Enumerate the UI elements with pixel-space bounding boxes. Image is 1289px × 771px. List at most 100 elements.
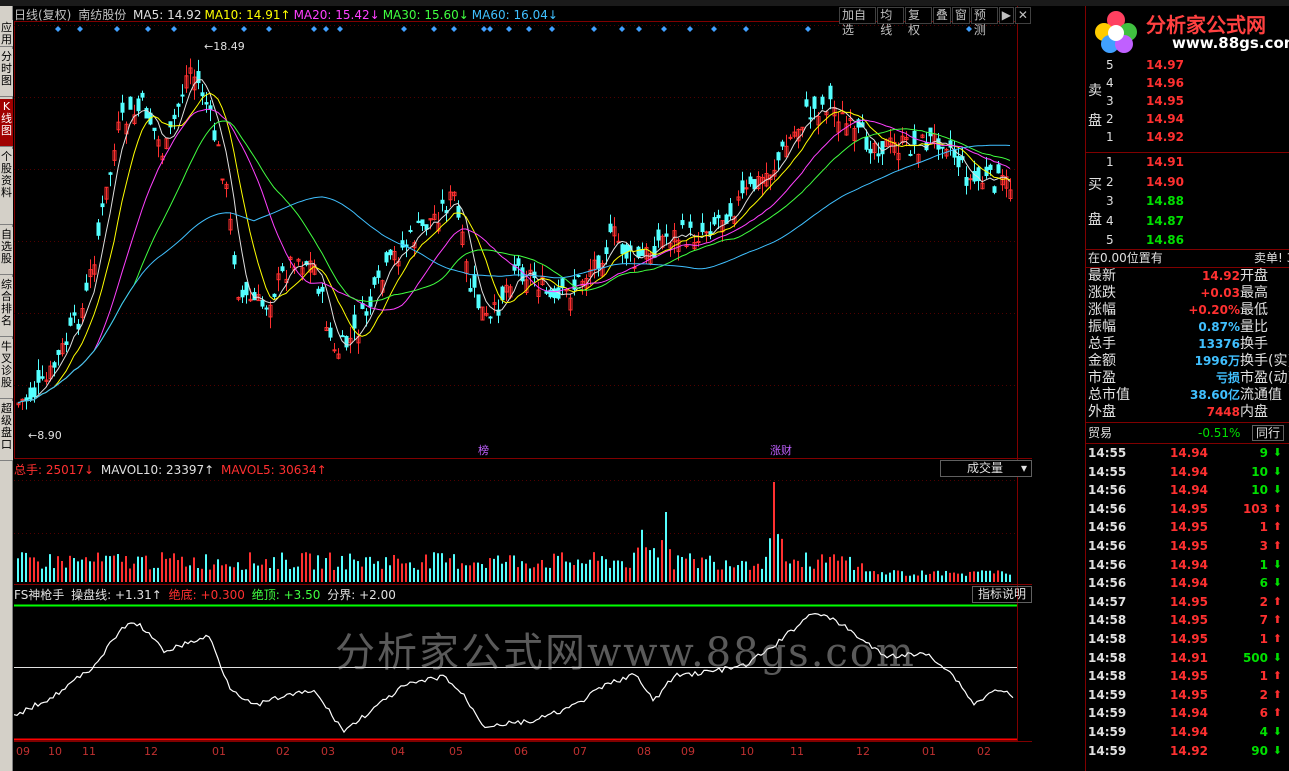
toolbar-button-2[interactable]: 复权 (905, 7, 932, 37)
tick-row: 14:56 14.94 6 ⬇ (1086, 574, 1289, 592)
buy-row-1: 2 14.90 (1086, 173, 1289, 192)
tick-row: 14:56 14.95 3 ⬆ (1086, 537, 1289, 555)
quote-value: 1996万 (1194, 354, 1240, 368)
toolbar-button-5[interactable]: 预测 (970, 7, 998, 37)
tick-row: 14:55 14.94 10 ⬇ (1086, 463, 1289, 481)
tick-volume: 10 (1251, 464, 1268, 479)
arrow-down-icon: ⬇ (1272, 743, 1282, 757)
quote-row-0: 最新 14.92 开盘 (1086, 268, 1289, 285)
tick-row: 14:58 14.95 7 ⬆ (1086, 611, 1289, 629)
quote-row-1: 涨跌 +0.03 最高 (1086, 285, 1289, 302)
tick-price: 14.95 (1170, 501, 1208, 516)
xaxis-label-16: 01 (922, 745, 936, 758)
toolbar-button-1[interactable]: 均线 (877, 7, 905, 37)
signal-diamonds (55, 26, 972, 32)
quote-label: 外盘 (1088, 404, 1116, 420)
arrow-up-icon: ⬆ (1272, 669, 1282, 683)
left-tab-6[interactable]: 牛叉诊股 (0, 339, 13, 399)
xaxis-label-17: 02 (977, 745, 991, 758)
xaxis-label-1: 10 (48, 745, 62, 758)
indicator-explain-button[interactable]: 指标说明 (972, 586, 1032, 603)
volume-indicator-dropdown[interactable]: 成交量 ▾ (940, 460, 1032, 477)
tick-price: 14.94 (1170, 557, 1208, 572)
left-tab-0[interactable]: 应用 (0, 20, 13, 47)
quote-right-label: 流通值 (1240, 387, 1282, 403)
left-tab-1[interactable]: 分时图 (0, 49, 13, 97)
quote-label: 涨幅 (1088, 302, 1116, 318)
tick-price: 14.92 (1170, 743, 1208, 758)
left-tab-7[interactable]: 超级盘口 (0, 401, 13, 461)
sell-row-1: 4 14.96 (1086, 74, 1289, 92)
left-tab-4[interactable]: 自选股 (0, 227, 13, 275)
indicator-boundary: 分界: +2.00 (327, 588, 396, 602)
quote-label: 金额 (1088, 353, 1116, 369)
left-tab-5[interactable]: 综合排名 (0, 277, 13, 337)
indicator-name: FS神枪手 (14, 588, 65, 602)
ma-label-3: MA30: 15.60↓ (382, 8, 469, 22)
trade-divider (1086, 422, 1289, 423)
xaxis-label-5: 02 (276, 745, 290, 758)
arrow-up-icon: ⬆ (1272, 539, 1282, 552)
volume-header: 总手: 25017↓ MAVOL10: 23397↑ MAVOL5: 30634… (14, 462, 330, 478)
sell-row-0: 5 14.97 (1086, 56, 1289, 74)
tick-price: 14.91 (1170, 650, 1208, 665)
tick-price: 14.95 (1170, 594, 1208, 609)
peer-button[interactable]: 同行 (1252, 425, 1285, 441)
quote-label: 振幅 (1088, 319, 1116, 335)
quote-row-4: 总手 13376 换手 (1086, 336, 1289, 353)
indicator-line: 操盘线: +1.31↑ (71, 588, 162, 602)
tick-volume: 7 (1259, 613, 1268, 628)
buy-price: 14.87 (1146, 213, 1184, 228)
tag-zhangcai: 涨财 (770, 443, 792, 457)
trade-row: 贸易 -0.51% 同行 (1086, 424, 1289, 442)
tick-price: 14.94 (1170, 576, 1208, 591)
left-tab-3[interactable]: 个股资料 (0, 149, 13, 225)
arrow-up-icon: ⬆ (1272, 706, 1282, 720)
tick-row: 14:57 14.95 2 ⬆ (1086, 593, 1289, 611)
tick-time: 14:58 (1088, 613, 1127, 628)
quote-row-8: 外盘 7448 内盘 (1086, 404, 1289, 421)
tick-time: 14:56 (1088, 557, 1127, 572)
quote-value: +0.20% (1188, 303, 1240, 317)
toolbar-button-3[interactable]: 叠 (932, 7, 951, 24)
indicator-header: FS神枪手 操盘线: +1.31↑ 绝底: +0.300 绝顶: +3.50 分… (14, 587, 399, 603)
sell-price: 14.94 (1146, 112, 1184, 126)
xaxis-label-12: 09 (681, 745, 695, 758)
tick-row: 14:59 14.95 2 ⬆ (1086, 686, 1289, 704)
quote-right-label: 量比 (1240, 319, 1268, 335)
tick-row: 14:58 14.95 1 ⬆ (1086, 667, 1289, 685)
tick-volume: 103 (1242, 501, 1268, 516)
tick-time: 14:56 (1088, 576, 1127, 591)
left-tab-2[interactable]: K线图 (0, 99, 13, 147)
tick-volume: 9 (1259, 446, 1268, 460)
tick-row: 14:59 14.94 6 ⬆ (1086, 704, 1289, 722)
sell-level: 5 (1106, 58, 1114, 72)
tick-volume: 1 (1259, 557, 1268, 572)
volume-total: 总手: 25017↓ (14, 463, 95, 477)
toolbar-button-0[interactable]: 加自选 (839, 7, 877, 37)
tick-volume: 1 (1259, 632, 1268, 646)
quote-label: 市盈 (1088, 370, 1116, 386)
tick-price: 14.95 (1170, 687, 1208, 702)
tick-volume: 2 (1259, 687, 1268, 702)
quote-value: 0.87% (1198, 320, 1240, 334)
volume-mavol5: MAVOL5: 30634↑ (221, 463, 327, 477)
tick-time: 14:59 (1088, 706, 1127, 721)
close-icon[interactable]: ✕ (1014, 7, 1031, 24)
tick-row: 14:56 14.94 10 ⬇ (1086, 481, 1289, 499)
buy-level: 1 (1106, 155, 1114, 169)
sell-order-text: 卖单! 3 (1254, 251, 1289, 265)
tick-price: 14.95 (1170, 539, 1208, 553)
quote-label: 涨跌 (1088, 285, 1116, 301)
sell-price: 14.92 (1146, 130, 1184, 144)
xaxis-label-7: 04 (391, 745, 405, 758)
sell-level: 2 (1106, 112, 1114, 126)
toolbar-button-4[interactable]: 窗 (951, 7, 970, 24)
buy-price: 14.91 (1146, 155, 1184, 169)
xaxis-label-14: 11 (790, 745, 804, 758)
xaxis-label-3: 12 (144, 745, 158, 758)
tick-time: 14:59 (1088, 687, 1127, 702)
arrow-right-icon[interactable]: ▶ (998, 7, 1014, 24)
quote-right-label: 换手(实) (1240, 353, 1289, 369)
buy-row-3: 4 14.87 (1086, 212, 1289, 231)
